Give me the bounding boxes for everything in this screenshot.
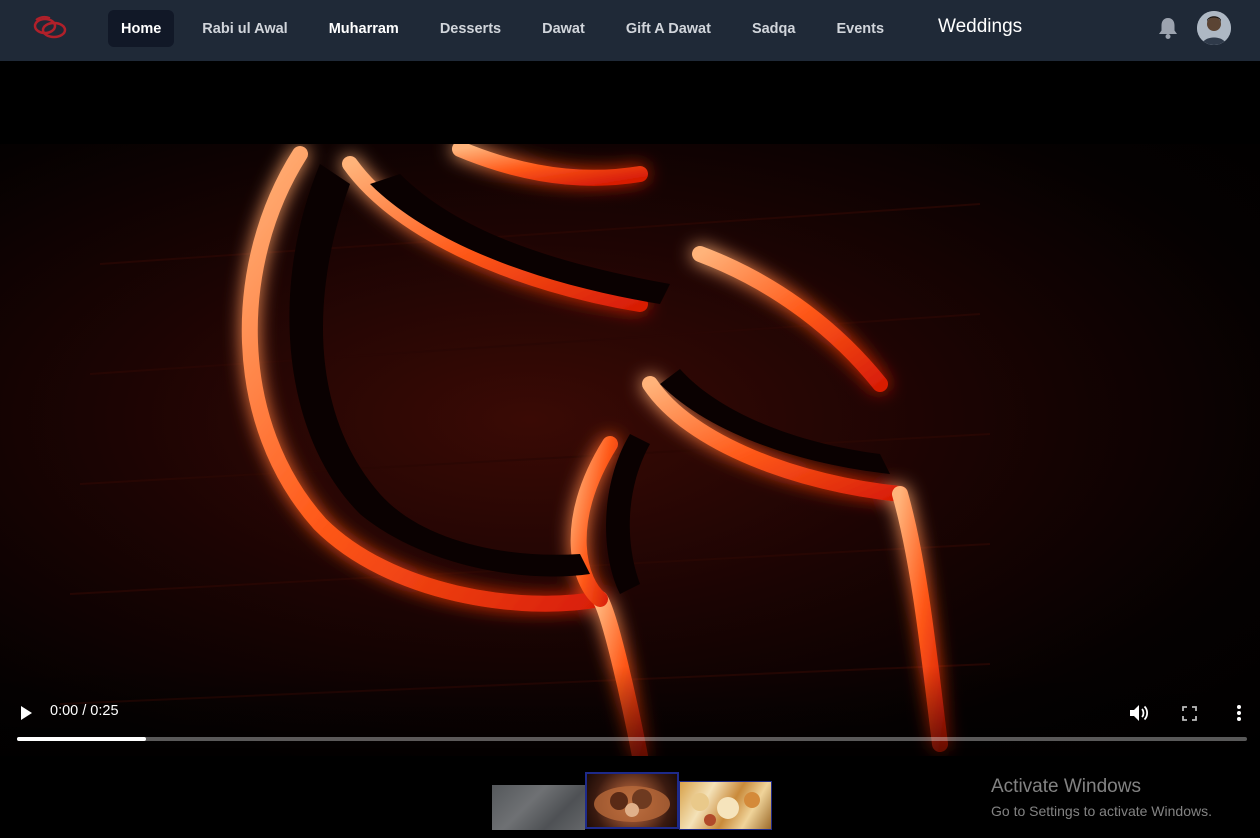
nav-weddings[interactable]: Weddings [938, 16, 1022, 38]
nav-menu: Home Rabi ul Awal Muharram Desserts Dawa… [108, 10, 912, 47]
video-progress-fill [17, 737, 147, 741]
video-player[interactable]: 0:00 / 0:25 [0, 61, 1260, 756]
brand-logo-icon[interactable] [30, 12, 70, 42]
video-frame[interactable] [0, 144, 1260, 756]
nav-dawat[interactable]: Dawat [529, 10, 598, 47]
nav-muharram[interactable]: Muharram [316, 10, 412, 47]
nav-rabi-ul-awal[interactable]: Rabi ul Awal [189, 10, 300, 47]
user-avatar[interactable] [1197, 11, 1231, 45]
bell-icon[interactable] [1157, 16, 1179, 40]
video-time: 0:00 / 0:25 [50, 703, 119, 719]
thumbnail-image[interactable] [492, 785, 585, 830]
more-options-icon[interactable] [1234, 704, 1244, 722]
volume-icon[interactable] [1129, 704, 1149, 722]
controls-bar [0, 666, 1260, 756]
nav-events[interactable]: Events [823, 10, 897, 47]
windows-activation-watermark: Activate Windows Go to Settings to activ… [991, 776, 1212, 819]
nav-gift-a-dawat[interactable]: Gift A Dawat [613, 10, 724, 47]
thumbnail-image[interactable] [679, 781, 772, 830]
watermark-title: Activate Windows [991, 776, 1141, 797]
nav-desserts[interactable]: Desserts [427, 10, 514, 47]
video-progress-bar[interactable] [17, 737, 1247, 741]
nav-sadqa[interactable]: Sadqa [739, 10, 809, 47]
nav-home[interactable]: Home [108, 10, 175, 47]
fullscreen-icon[interactable] [1182, 706, 1197, 721]
watermark-subtitle: Go to Settings to activate Windows. [991, 803, 1212, 819]
top-navbar: Home Rabi ul Awal Muharram Desserts Dawa… [0, 0, 1260, 61]
play-icon[interactable] [18, 705, 34, 721]
thumbnail-image-selected[interactable] [585, 772, 679, 829]
